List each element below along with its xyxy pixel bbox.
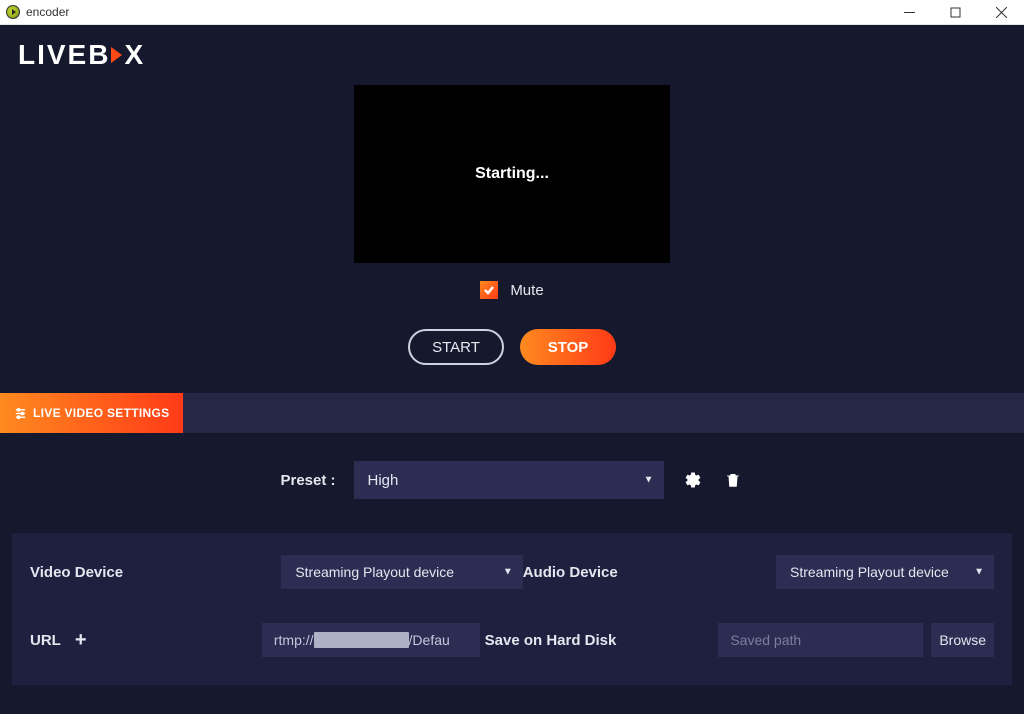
preview-status-text: Starting... (475, 165, 549, 183)
audio-device-select[interactable]: Streaming Playout device ▼ (776, 555, 994, 589)
sliders-icon (14, 407, 27, 420)
stop-button[interactable]: STOP (520, 329, 616, 365)
chevron-down-icon: ▼ (644, 475, 654, 486)
gear-icon (684, 471, 702, 489)
url-input[interactable]: rtmp://xxxxxxxxxxxxx/Defau (262, 623, 480, 657)
tab-label: LIVE VIDEO SETTINGS (33, 406, 169, 420)
preset-value: High (368, 472, 399, 489)
window-titlebar: encoder (0, 0, 1024, 25)
window-title: encoder (26, 5, 69, 19)
video-device-value: Streaming Playout device (295, 564, 454, 580)
app-body: LIVEB X Starting... Mute START STOP LIVE … (0, 25, 1024, 714)
window-maximize-button[interactable] (932, 0, 978, 25)
start-button[interactable]: START (408, 329, 504, 365)
logo-arrow-icon (111, 47, 122, 63)
logo-text-2: X (124, 39, 145, 71)
save-hard-disk-label: Save on Hard Disk (485, 632, 719, 649)
preset-settings-button[interactable] (682, 469, 704, 491)
chevron-down-icon: ▼ (503, 567, 513, 578)
preset-select[interactable]: High ▼ (354, 461, 664, 499)
logo-bar: LIVEB X (0, 25, 1024, 79)
mute-checkbox[interactable] (480, 281, 498, 299)
window-minimize-button[interactable] (886, 0, 932, 25)
preset-label: Preset : (280, 472, 335, 489)
app-icon (6, 5, 20, 19)
video-device-label: Video Device (30, 564, 281, 581)
mute-label: Mute (510, 282, 543, 299)
window-close-button[interactable] (978, 0, 1024, 25)
chevron-down-icon: ▼ (974, 567, 984, 578)
logo-text-1: LIVEB (18, 39, 110, 71)
browse-button[interactable]: Browse (931, 623, 994, 657)
url-label: URL (30, 632, 61, 649)
video-preview: Starting... (354, 85, 670, 263)
audio-device-value: Streaming Playout device (790, 564, 949, 580)
video-device-select[interactable]: Streaming Playout device ▼ (281, 555, 522, 589)
trash-icon (724, 471, 742, 489)
preset-delete-button[interactable] (722, 469, 744, 491)
audio-device-label: Audio Device (523, 564, 776, 581)
saved-path-input[interactable] (718, 623, 923, 657)
add-url-button[interactable]: + (75, 629, 87, 652)
app-logo: LIVEB X (18, 39, 145, 71)
device-settings-panel: Video Device Streaming Playout device ▼ … (12, 533, 1012, 685)
settings-tabbar: LIVE VIDEO SETTINGS (0, 393, 1024, 433)
tab-live-video-settings[interactable]: LIVE VIDEO SETTINGS (0, 393, 183, 433)
